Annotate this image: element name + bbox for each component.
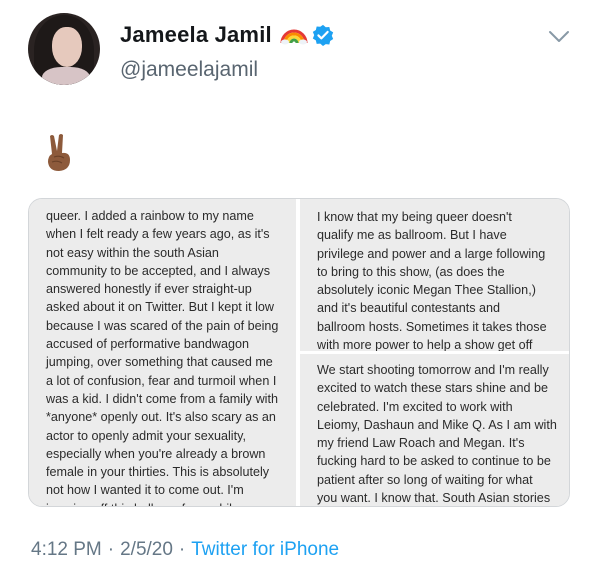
tweet-meta: 4:12 PM · 2/5/20 · Twitter for iPhone — [31, 539, 339, 561]
user-handle[interactable]: @jameelajamil — [120, 58, 258, 82]
tweet-media[interactable]: queer. I added a rainbow to my name when… — [28, 198, 570, 507]
verified-badge-icon — [312, 24, 334, 46]
tweet-date: 2/5/20 — [120, 539, 173, 560]
avatar-face — [52, 27, 82, 67]
screenshot-left-text: queer. I added a rainbow to my name when… — [29, 199, 296, 506]
screenshot-right-bottom-text: We start shooting tomorrow and I'm reall… — [300, 354, 569, 506]
name-row[interactable]: Jameela Jamil — [120, 22, 334, 48]
meta-separator: · — [107, 539, 115, 560]
display-name[interactable]: Jameela Jamil — [120, 22, 272, 48]
tweet-source-link[interactable]: Twitter for iPhone — [191, 539, 339, 561]
avatar[interactable] — [28, 13, 100, 85]
screenshot-right-top-text: I know that my being queer doesn't quali… — [300, 199, 569, 351]
meta-separator: · — [178, 539, 186, 560]
victory-hand-emoji-icon — [48, 134, 70, 171]
tweet-time: 4:12 PM — [31, 539, 102, 560]
avatar-shoulder — [42, 67, 90, 85]
chevron-down-icon[interactable] — [548, 30, 570, 44]
rainbow-icon — [280, 29, 308, 45]
